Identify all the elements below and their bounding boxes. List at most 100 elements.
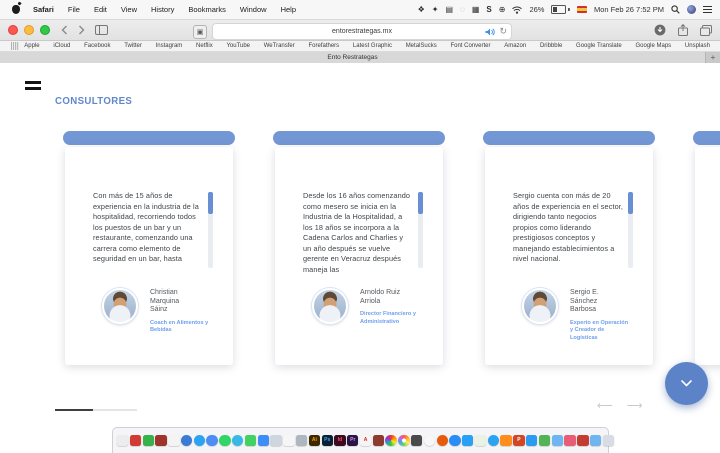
- bookmark-item[interactable]: YouTube: [226, 43, 250, 49]
- bookmark-item[interactable]: iCloud: [53, 43, 70, 49]
- dock-notes-icon[interactable]: [117, 435, 128, 446]
- dock-color-wheel-icon[interactable]: [385, 435, 396, 446]
- hand-icon[interactable]: ✦: [432, 6, 439, 14]
- menu-app-name[interactable]: Safari: [33, 5, 54, 14]
- dock-whatsapp-icon[interactable]: [219, 435, 230, 446]
- bookmark-item[interactable]: Twitter: [124, 43, 142, 49]
- new-tab-button[interactable]: +: [706, 52, 720, 63]
- dock-preview-icon[interactable]: [296, 435, 307, 446]
- dock-app-store-icon[interactable]: [449, 435, 460, 446]
- bookmark-item[interactable]: Google Translate: [576, 43, 622, 49]
- carousel-prev-button[interactable]: ⟵: [597, 400, 627, 412]
- dock-itunes-icon[interactable]: [424, 435, 435, 446]
- dock-display-pink-icon[interactable]: [564, 435, 575, 446]
- carousel-progress[interactable]: [55, 409, 137, 411]
- dropbox-icon[interactable]: ❖: [418, 6, 425, 14]
- menu-clock[interactable]: Mon Feb 26 7:52 PM: [594, 5, 664, 14]
- dock-facetime-icon[interactable]: [245, 435, 256, 446]
- dock-app-blue-icon[interactable]: [181, 435, 192, 446]
- menu-item-window[interactable]: Window: [240, 5, 267, 14]
- bookmark-item[interactable]: MetalSucks: [406, 43, 437, 49]
- window-zoom-button[interactable]: [40, 25, 50, 35]
- spotlight-icon[interactable]: [671, 5, 680, 14]
- extension-icon[interactable]: ▣: [193, 25, 207, 39]
- dock-pages-icon[interactable]: [283, 435, 294, 446]
- chat-widget-button[interactable]: [665, 362, 708, 405]
- bookmark-item[interactable]: Apple: [24, 43, 39, 49]
- dock-vlc-icon[interactable]: [500, 435, 511, 446]
- menu-item-help[interactable]: Help: [281, 5, 296, 14]
- bookmark-item[interactable]: Instagram: [156, 43, 183, 49]
- target-icon[interactable]: ⊕: [499, 6, 506, 14]
- dock-chrome-icon[interactable]: [206, 435, 217, 446]
- dock-app-teal-icon[interactable]: [232, 435, 243, 446]
- dock-acrobat-icon[interactable]: A: [360, 435, 371, 446]
- bookmark-item[interactable]: Amazon: [504, 43, 526, 49]
- dock-mail-icon[interactable]: [462, 435, 473, 446]
- dock-folder-blue-icon[interactable]: [552, 435, 563, 446]
- hamburger-menu-icon[interactable]: [25, 81, 41, 93]
- bookmark-item[interactable]: Forefathers: [309, 43, 340, 49]
- siri-icon[interactable]: [687, 5, 696, 14]
- bookmark-item[interactable]: WeTransfer: [264, 43, 295, 49]
- apple-logo-icon[interactable]: [12, 5, 20, 14]
- dock-safari-icon[interactable]: [194, 435, 205, 446]
- address-bar[interactable]: entorestrategas.mx ↻: [212, 23, 512, 40]
- dock-downloads-folder-icon[interactable]: [590, 435, 601, 446]
- dock-app-red-icon[interactable]: [130, 435, 141, 446]
- audio-speaker-icon[interactable]: [485, 28, 495, 36]
- dock-maps-icon[interactable]: [475, 435, 486, 446]
- dock-app-red2-icon[interactable]: [577, 435, 588, 446]
- menu-item-bookmarks[interactable]: Bookmarks: [188, 5, 226, 14]
- dock-app-rust-icon[interactable]: [373, 435, 384, 446]
- carousel-next-button[interactable]: ⟶: [627, 400, 657, 412]
- bio-scrollbar[interactable]: [628, 192, 633, 268]
- dock-app-orange-icon[interactable]: [437, 435, 448, 446]
- bookmark-item[interactable]: Latest Graphic: [353, 43, 392, 49]
- download-icon[interactable]: [654, 24, 666, 36]
- skitch-icon[interactable]: S: [486, 6, 491, 14]
- dock-app-maroon-icon[interactable]: [155, 435, 166, 446]
- bookmarks-grid-icon[interactable]: ⣿⣿: [10, 42, 18, 50]
- dock-safari-alt-icon[interactable]: [488, 435, 499, 446]
- bio-scrollbar[interactable]: [418, 192, 423, 268]
- bookmark-item[interactable]: Netflix: [196, 43, 213, 49]
- airplay-icon[interactable]: ▦: [472, 6, 480, 14]
- menu-item-edit[interactable]: Edit: [94, 5, 107, 14]
- dock-evernote-icon[interactable]: [143, 435, 154, 446]
- dock-photo-booth-icon[interactable]: [411, 435, 422, 446]
- share-icon[interactable]: [678, 24, 688, 36]
- dock-keynote-icon[interactable]: [526, 435, 537, 446]
- dock-illustrator-icon[interactable]: Ai: [309, 435, 320, 446]
- dock-powerpoint-icon[interactable]: P: [513, 435, 524, 446]
- window-close-button[interactable]: [8, 25, 18, 35]
- keyboard-flag-icon[interactable]: [577, 6, 587, 13]
- back-button[interactable]: [61, 25, 68, 35]
- bookmark-item[interactable]: Unsplash: [685, 43, 710, 49]
- bookmark-item[interactable]: Google Maps: [635, 43, 671, 49]
- tab-active[interactable]: Ento Restrategas: [0, 52, 706, 63]
- dock-photoshop-icon[interactable]: Ps: [322, 435, 333, 446]
- dock-premiere-icon[interactable]: Pr: [347, 435, 358, 446]
- window-minimize-button[interactable]: [24, 25, 34, 35]
- forward-button[interactable]: [78, 25, 85, 35]
- notification-center-icon[interactable]: [703, 4, 712, 15]
- dock-laptop-gray-icon[interactable]: [270, 435, 281, 446]
- dock-textedit-icon[interactable]: [168, 435, 179, 446]
- menu-item-file[interactable]: File: [68, 5, 80, 14]
- battery-icon[interactable]: [551, 5, 570, 14]
- dock-trash-icon[interactable]: [603, 435, 614, 446]
- tab-overview-icon[interactable]: [700, 25, 712, 36]
- dock-photos-icon[interactable]: [398, 435, 409, 446]
- menu-item-view[interactable]: View: [121, 5, 137, 14]
- dock-indesign-icon[interactable]: Id: [334, 435, 345, 446]
- wifi-icon[interactable]: [512, 6, 522, 14]
- dock-numbers-icon[interactable]: [539, 435, 550, 446]
- docs-icon[interactable]: ▤: [446, 6, 454, 14]
- bio-scrollbar[interactable]: [208, 192, 213, 268]
- bookmark-item[interactable]: Dribbble: [540, 43, 562, 49]
- menu-item-history[interactable]: History: [151, 5, 174, 14]
- reload-icon[interactable]: ↻: [499, 26, 507, 37]
- cloud-icon[interactable]: ◌: [460, 6, 465, 14]
- dock-messages-icon[interactable]: [258, 435, 269, 446]
